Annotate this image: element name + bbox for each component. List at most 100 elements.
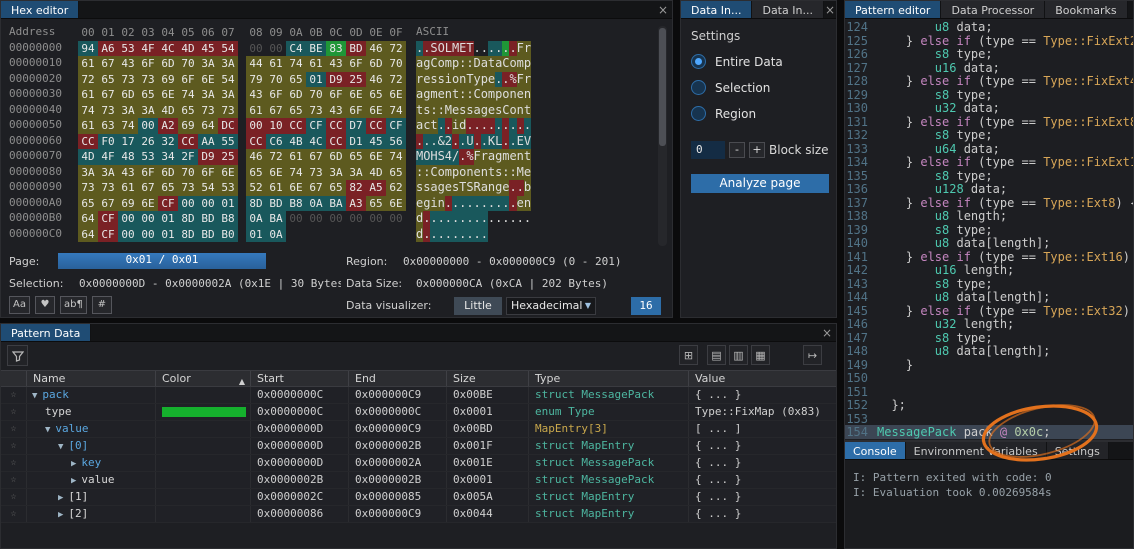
favorite-icon[interactable]: ☆: [1, 472, 27, 488]
ascii-char[interactable]: .: [495, 72, 502, 88]
collapse-icon[interactable]: ▼: [32, 391, 37, 401]
ascii-char[interactable]: .: [488, 196, 495, 212]
column-header-start[interactable]: Start: [251, 371, 349, 386]
ascii-char[interactable]: m: [445, 165, 452, 181]
ascii-char[interactable]: n: [459, 72, 466, 88]
hex-byte[interactable]: 43: [326, 56, 346, 72]
ascii-char[interactable]: t: [430, 118, 437, 134]
ascii-char[interactable]: C: [430, 165, 437, 181]
hex-byte[interactable]: 00: [138, 118, 158, 134]
hex-byte[interactable]: CC: [326, 118, 346, 134]
ascii-char[interactable]: .: [509, 196, 516, 212]
ascii-char[interactable]: :: [459, 87, 466, 103]
hex-byte[interactable]: 6E: [366, 149, 386, 165]
hex-byte[interactable]: 70: [306, 87, 326, 103]
hex-byte[interactable]: 34: [158, 149, 178, 165]
ascii-char[interactable]: .: [459, 149, 466, 165]
hex-byte[interactable]: 73: [178, 180, 198, 196]
ascii-char[interactable]: .: [459, 134, 466, 150]
hex-byte[interactable]: 00: [286, 211, 306, 227]
ascii-char[interactable]: e: [445, 180, 452, 196]
hex-byte[interactable]: 74: [178, 87, 198, 103]
ascii-char[interactable]: .: [488, 41, 495, 57]
ascii-char[interactable]: .: [495, 41, 502, 57]
hex-byte[interactable]: A3: [346, 196, 366, 212]
hex-byte[interactable]: 73: [218, 103, 238, 119]
hex-byte[interactable]: 73: [198, 103, 218, 119]
hex-byte[interactable]: 6E: [158, 87, 178, 103]
code-line[interactable]: 144 u8 data[length];: [845, 290, 1133, 304]
ascii-char[interactable]: t: [524, 149, 531, 165]
hex-byte[interactable]: 54: [218, 72, 238, 88]
hex-byte[interactable]: 74: [286, 56, 306, 72]
hex-byte[interactable]: 63: [98, 118, 118, 134]
hex-byte[interactable]: 70: [266, 72, 286, 88]
ascii-char[interactable]: .: [495, 211, 502, 227]
hex-byte[interactable]: CF: [306, 118, 326, 134]
ascii-char[interactable]: S: [466, 180, 473, 196]
hex-byte[interactable]: 6F: [346, 56, 366, 72]
hex-byte[interactable]: 6F: [138, 56, 158, 72]
hex-byte[interactable]: 65: [366, 87, 386, 103]
block-size-input[interactable]: 0: [691, 141, 725, 159]
hex-byte[interactable]: 4B: [286, 134, 306, 150]
ascii-char[interactable]: F: [517, 41, 524, 57]
column-header-type[interactable]: Type: [529, 371, 689, 386]
hex-byte[interactable]: 00: [366, 211, 386, 227]
hex-byte[interactable]: 6F: [266, 87, 286, 103]
ascii-char[interactable]: L: [495, 134, 502, 150]
ascii-char[interactable]: D: [474, 56, 481, 72]
ascii-char[interactable]: a: [416, 56, 423, 72]
ascii-char[interactable]: o: [502, 87, 509, 103]
ascii-char[interactable]: %: [466, 149, 473, 165]
ascii-char[interactable]: r: [416, 72, 423, 88]
hex-byte[interactable]: 65: [138, 87, 158, 103]
decrement-button[interactable]: -: [729, 142, 745, 158]
ascii-char[interactable]: o: [459, 165, 466, 181]
close-icon[interactable]: ×: [824, 1, 836, 18]
ascii-char[interactable]: O: [438, 41, 445, 57]
hex-byte[interactable]: BD: [198, 227, 218, 243]
ascii-char[interactable]: .: [466, 196, 473, 212]
ascii-char[interactable]: .: [502, 134, 509, 150]
ascii-char[interactable]: o: [452, 72, 459, 88]
hex-byte[interactable]: BA: [326, 196, 346, 212]
hex-byte[interactable]: 3A: [198, 56, 218, 72]
expand-icon[interactable]: ▶: [58, 510, 63, 520]
code-editor[interactable]: 124 u8 data;125 } else if (type == Type:…: [845, 20, 1133, 440]
hex-byte[interactable]: 3A: [98, 165, 118, 181]
ascii-char[interactable]: m: [445, 56, 452, 72]
hex-byte[interactable]: 65: [286, 103, 306, 119]
hex-byte[interactable]: 61: [266, 180, 286, 196]
hex-byte[interactable]: 65: [386, 165, 406, 181]
hex-byte[interactable]: 61: [78, 56, 98, 72]
hex-grid[interactable]: 0000000094A6534F4C4D45540000C4BE83BD4672…: [1, 41, 672, 243]
hex-byte[interactable]: 2F: [178, 149, 198, 165]
ascii-char[interactable]: g: [495, 149, 502, 165]
ascii-char[interactable]: i: [445, 72, 452, 88]
hex-byte[interactable]: 45: [366, 134, 386, 150]
hex-byte[interactable]: 00: [306, 211, 326, 227]
hex-byte[interactable]: 54: [218, 41, 238, 57]
hex-byte[interactable]: 67: [306, 149, 326, 165]
hex-byte[interactable]: 00: [246, 41, 266, 57]
code-line[interactable]: 146 u32 length;: [845, 317, 1133, 331]
hex-byte[interactable]: 43: [118, 56, 138, 72]
ascii-char[interactable]: s: [416, 180, 423, 196]
ascii-char[interactable]: .: [474, 196, 481, 212]
hex-byte[interactable]: 3A: [346, 165, 366, 181]
favorite-icon[interactable]: ☆: [1, 421, 27, 437]
code-line[interactable]: 125 } else if (type == Type::FixExt2) {: [845, 34, 1133, 48]
bytes-per-row-input[interactable]: 16: [631, 297, 661, 315]
hex-byte[interactable]: 73: [78, 180, 98, 196]
byte-grid-toggle-icon[interactable]: #: [92, 296, 112, 314]
hex-byte[interactable]: 6D: [366, 56, 386, 72]
hex-byte[interactable]: 64: [78, 227, 98, 243]
expand-icon[interactable]: ▶: [71, 476, 76, 486]
ascii-char[interactable]: .: [452, 211, 459, 227]
hex-byte[interactable]: 65: [366, 196, 386, 212]
hex-byte[interactable]: D9: [198, 149, 218, 165]
ascii-char[interactable]: s: [495, 103, 502, 119]
hex-byte[interactable]: 82: [346, 180, 366, 196]
code-line[interactable]: 134 } else if (type == Type::FixExt16) {: [845, 155, 1133, 169]
